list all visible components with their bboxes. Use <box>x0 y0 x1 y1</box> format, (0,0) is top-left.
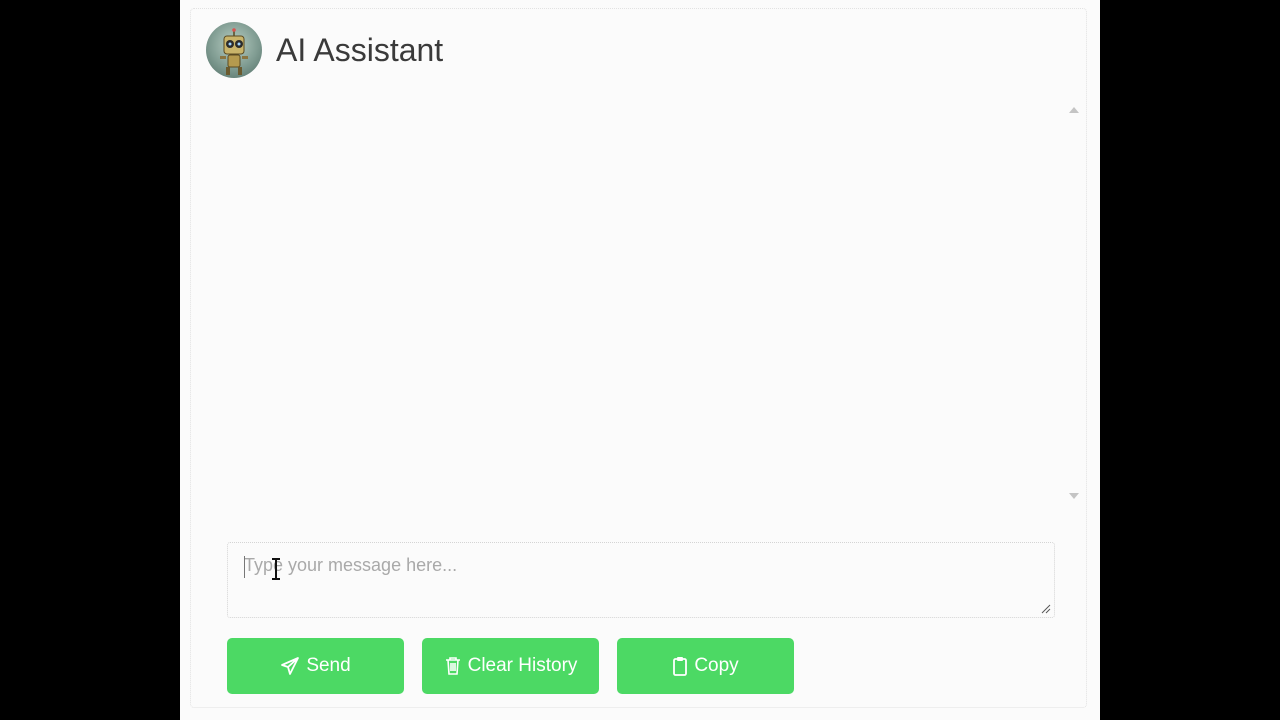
resize-handle-icon[interactable] <box>1041 604 1051 614</box>
scroll-down-arrow-icon[interactable] <box>1069 493 1079 499</box>
message-input[interactable] <box>228 543 1054 617</box>
chat-panel: AI Assistant Send <box>190 8 1087 708</box>
copy-button[interactable]: Copy <box>617 638 794 694</box>
action-buttons: Send Clear History Copy <box>227 638 794 694</box>
robot-avatar-icon <box>206 22 262 78</box>
paper-plane-icon <box>281 657 300 675</box>
send-button[interactable]: Send <box>227 638 404 694</box>
clear-history-label: Clear History <box>467 655 578 676</box>
clipboard-icon <box>673 657 688 676</box>
scroll-up-arrow-icon[interactable] <box>1069 107 1079 113</box>
ibeam-cursor-icon <box>272 558 280 580</box>
text-caret <box>244 556 245 578</box>
chat-header: AI Assistant <box>206 21 443 79</box>
message-input-container <box>227 542 1055 618</box>
page-title: AI Assistant <box>276 31 444 68</box>
trash-icon <box>445 657 460 675</box>
send-label: Send <box>306 655 351 676</box>
copy-label: Copy <box>694 655 739 676</box>
clear-history-button[interactable]: Clear History <box>422 638 599 694</box>
chat-history[interactable] <box>206 97 1081 502</box>
app-page: AI Assistant Send <box>180 0 1100 720</box>
